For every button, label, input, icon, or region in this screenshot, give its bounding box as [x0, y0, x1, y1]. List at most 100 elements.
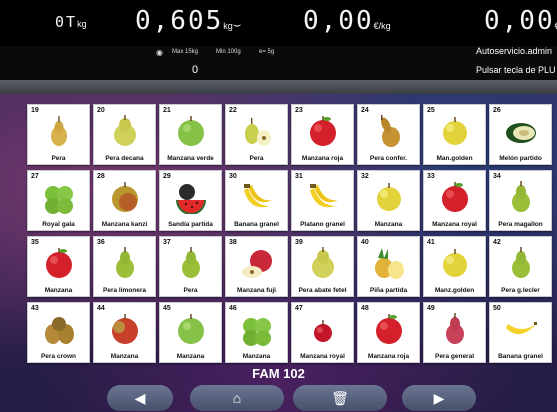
- product-tile[interactable]: 24 Pera confer.: [357, 104, 420, 165]
- product-tile[interactable]: 26 Melón partido: [489, 104, 552, 165]
- product-tile[interactable]: 25 Man.golden: [423, 104, 486, 165]
- apple-green-icon: [174, 312, 208, 346]
- product-tile[interactable]: 50 Banana granel: [489, 302, 552, 363]
- product-number: 30: [229, 173, 237, 180]
- banana-single-icon: [504, 312, 538, 346]
- product-label: Pera limonera: [103, 287, 146, 294]
- apples-green-icon: [42, 180, 76, 214]
- product-label: Piña partida: [369, 287, 408, 294]
- tare-display: 0Tkg: [55, 13, 87, 31]
- product-tile[interactable]: 32 Manzana: [357, 170, 420, 231]
- apple-yellow-icon: [438, 114, 472, 148]
- product-number: 26: [493, 107, 501, 114]
- product-tile[interactable]: 38 Manzana fuji: [225, 236, 288, 297]
- product-label: Manzana: [374, 221, 403, 228]
- home-button[interactable]: ⌂: [190, 385, 284, 411]
- product-label: Manzana: [176, 353, 205, 360]
- pear-cut-icon: [240, 114, 274, 148]
- product-tile[interactable]: 31 Platano granel: [291, 170, 354, 231]
- mode-text: Autoservicio.admin: [476, 46, 553, 56]
- pear-green-icon: [504, 246, 538, 280]
- product-label: Platano granel: [300, 221, 345, 228]
- product-tile[interactable]: 19 Pera: [27, 104, 90, 165]
- product-number: 34: [493, 173, 501, 180]
- product-tile[interactable]: 37 Pera: [159, 236, 222, 297]
- product-tile[interactable]: 27 Royal gala: [27, 170, 90, 231]
- product-tile[interactable]: 49 Pera general: [423, 302, 486, 363]
- weight-unit: kg: [223, 21, 233, 31]
- product-label: Pera confer.: [369, 155, 408, 162]
- product-number: 32: [361, 173, 369, 180]
- product-label: Manzana: [110, 353, 139, 360]
- trash-icon: 🗑: [331, 390, 349, 406]
- apple-red-icon: [372, 312, 406, 346]
- product-number: 42: [493, 239, 501, 246]
- product-number: 25: [427, 107, 435, 114]
- product-tile[interactable]: 45 Manzana: [159, 302, 222, 363]
- product-tile[interactable]: 40 Piña partida: [357, 236, 420, 297]
- next-button[interactable]: ▶: [402, 385, 476, 411]
- product-tile[interactable]: 34 Pera magallon: [489, 170, 552, 231]
- delete-button[interactable]: 🗑: [293, 385, 387, 411]
- eye-icon: ◉: [156, 48, 163, 57]
- product-tile[interactable]: 47 Manzana royal: [291, 302, 354, 363]
- product-number: 31: [295, 173, 303, 180]
- product-tile[interactable]: 28 Manzana kanzi: [93, 170, 156, 231]
- product-number: 44: [97, 305, 105, 312]
- product-number: 20: [97, 107, 105, 114]
- prev-button[interactable]: ◀: [107, 385, 173, 411]
- product-tile[interactable]: 46 Manzana: [225, 302, 288, 363]
- product-label: Pera crown: [40, 353, 77, 360]
- total-value: 0,00: [484, 6, 555, 36]
- product-tile[interactable]: 36 Pera limonera: [93, 236, 156, 297]
- product-label: Pera decana: [105, 155, 144, 162]
- family-label: FAM 102: [252, 366, 305, 381]
- product-tile[interactable]: 21 Manzana verde: [159, 104, 222, 165]
- product-label: Banana granel: [498, 353, 543, 360]
- product-tile[interactable]: 39 Pera abate fetel: [291, 236, 354, 297]
- product-tile[interactable]: 22 Pera: [225, 104, 288, 165]
- product-tile[interactable]: 29 Sandía partida: [159, 170, 222, 231]
- product-label: Melón partido: [499, 155, 542, 162]
- banana-icon: [240, 180, 274, 214]
- product-number: 35: [31, 239, 39, 246]
- product-tile[interactable]: 33 Manzana royal: [423, 170, 486, 231]
- pear-long-icon: [372, 114, 406, 148]
- prev-arrow-icon: ◀: [134, 390, 146, 406]
- product-label: Pera: [249, 155, 264, 162]
- product-label: Pera magallon: [498, 221, 543, 228]
- product-number: 27: [31, 173, 39, 180]
- pear-green-icon: [108, 246, 142, 280]
- product-tile[interactable]: 41 Manz.golden: [423, 236, 486, 297]
- price-value: 0,00: [303, 6, 374, 36]
- product-number: 19: [31, 107, 39, 114]
- product-number: 28: [97, 173, 105, 180]
- product-tile[interactable]: 48 Manzana roja: [357, 302, 420, 363]
- pineapple-icon: [372, 246, 406, 280]
- product-tile[interactable]: 20 Pera decana: [93, 104, 156, 165]
- product-number: 41: [427, 239, 435, 246]
- apple-yellow-icon: [372, 180, 406, 214]
- product-tile[interactable]: 30 Banana granel: [225, 170, 288, 231]
- product-tile[interactable]: 44 Manzana: [93, 302, 156, 363]
- product-label: Sandía partida: [168, 221, 213, 228]
- product-label: Pera general: [434, 353, 475, 360]
- apple-cut-icon: [240, 246, 274, 280]
- pear-big-icon: [108, 114, 142, 148]
- product-label: Manzana kanzi: [101, 221, 148, 228]
- product-label: Pera: [183, 287, 198, 294]
- product-tile[interactable]: 35 Manzana: [27, 236, 90, 297]
- apple-red-small-icon: [306, 312, 340, 346]
- product-tile[interactable]: 43 Pera crown: [27, 302, 90, 363]
- product-number: 45: [163, 305, 171, 312]
- product-number: 23: [295, 107, 303, 114]
- product-number: 29: [163, 173, 171, 180]
- product-label: Manzana: [44, 287, 73, 294]
- apples-green-icon: [240, 312, 274, 346]
- product-label: Manzana roja: [301, 155, 344, 162]
- product-label: Pera abate fetel: [298, 287, 347, 294]
- price-display: 0,00€/kg: [303, 6, 391, 36]
- product-tile[interactable]: 42 Pera g.lecler: [489, 236, 552, 297]
- banana-icon: [306, 180, 340, 214]
- product-tile[interactable]: 23 Manzana roja: [291, 104, 354, 165]
